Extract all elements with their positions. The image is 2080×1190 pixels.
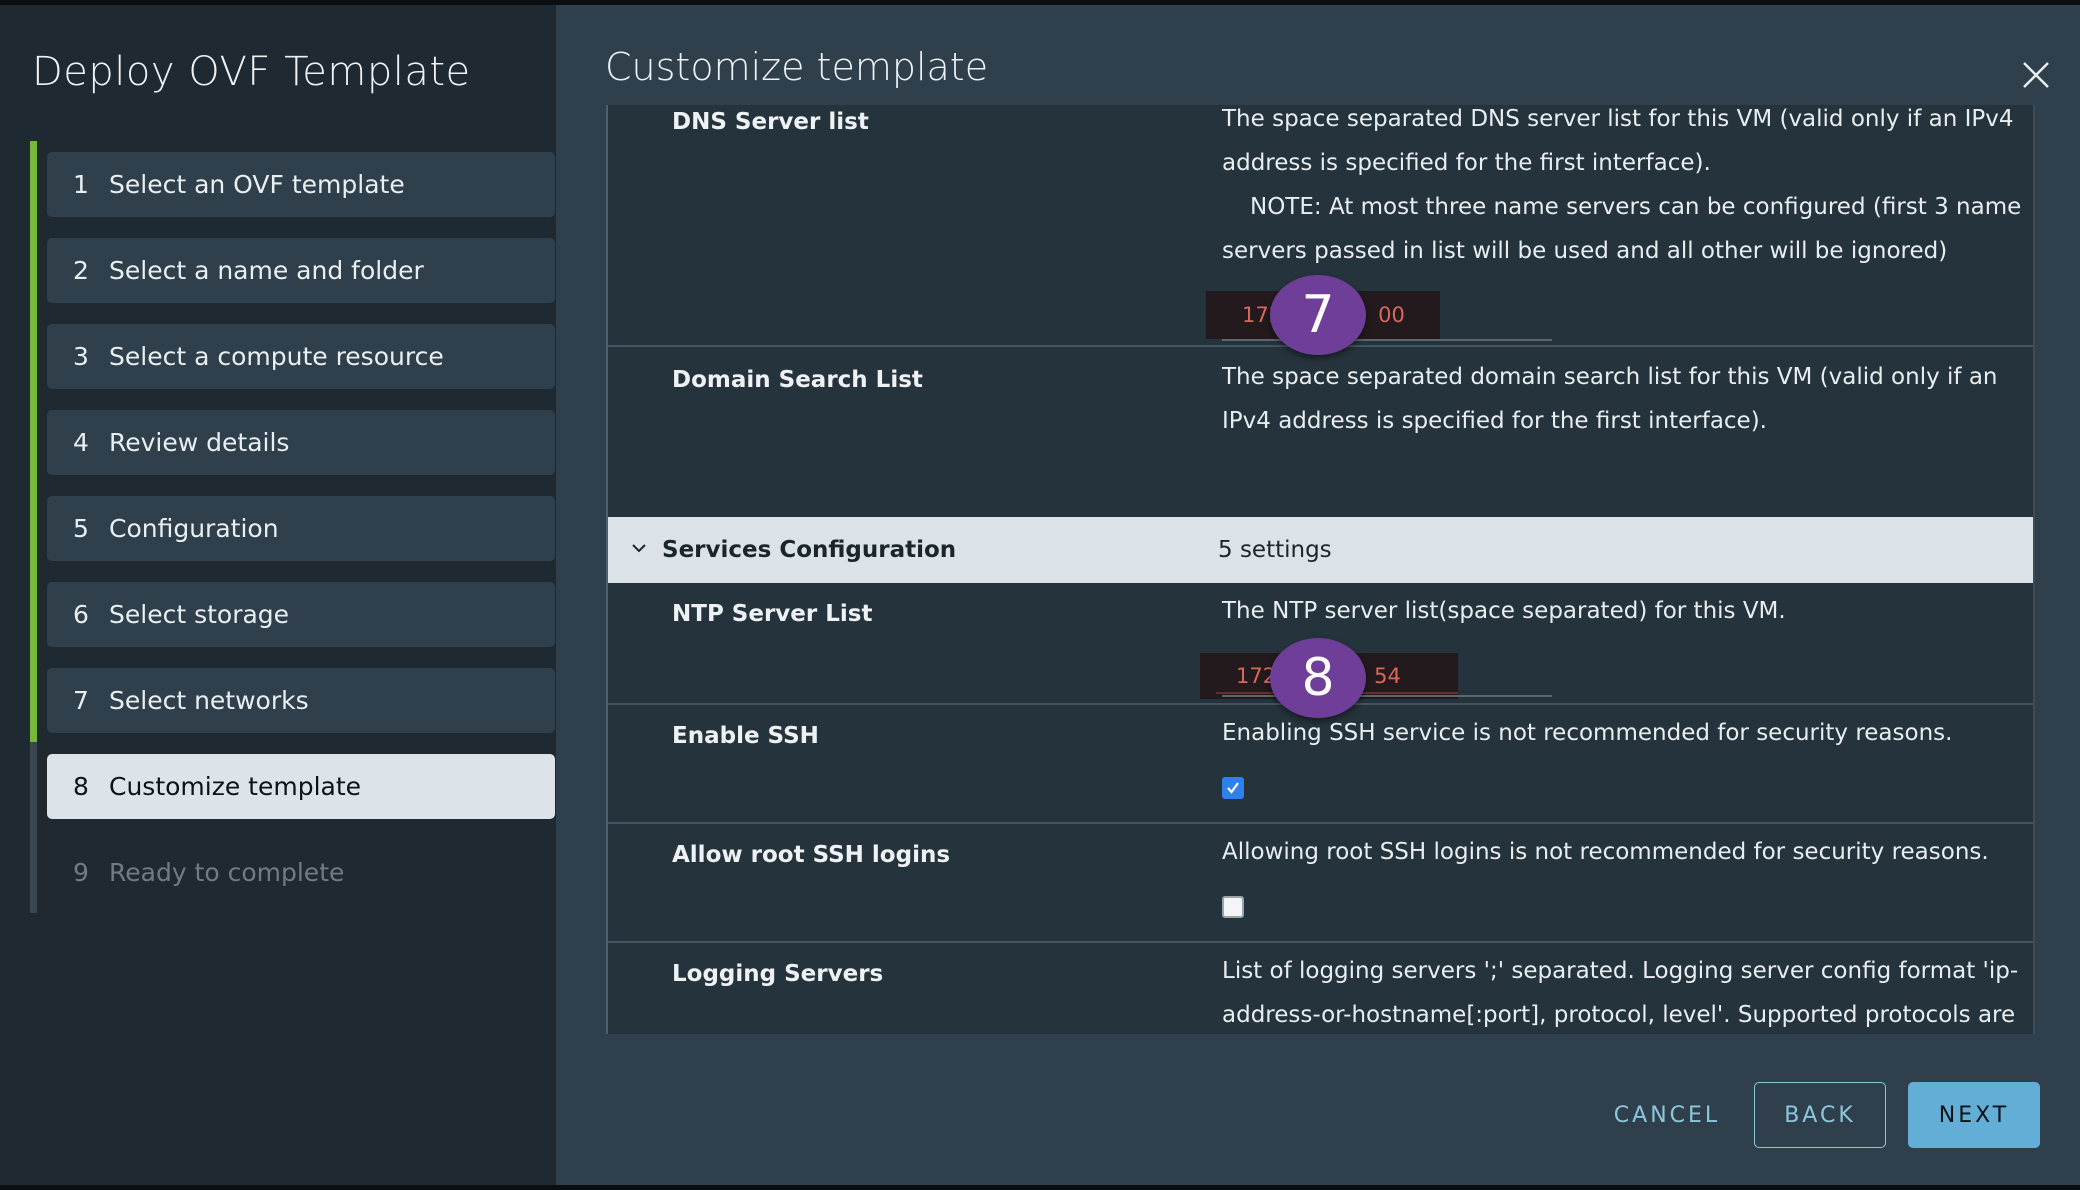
property-row-enable-ssh: Enable SSH Enabling SSH service is not r… bbox=[608, 705, 2033, 824]
ntp-description: The NTP server list(space separated) for… bbox=[1222, 598, 1786, 624]
ntp-value-suffix: 54 bbox=[1374, 664, 1401, 688]
logging-servers-description: List of logging servers ';' separated. L… bbox=[1222, 949, 2022, 1034]
wizard-step-5[interactable]: 5 Configuration bbox=[47, 496, 555, 561]
services-group-count: 5 settings bbox=[1218, 537, 1332, 563]
back-button[interactable]: BACK bbox=[1754, 1082, 1886, 1148]
property-row-root-ssh: Allow root SSH logins Allowing root SSH … bbox=[608, 824, 2033, 943]
step-number: 2 bbox=[73, 256, 89, 285]
wizard-step-9: 9 Ready to complete bbox=[47, 840, 555, 905]
enable-ssh-checkbox[interactable] bbox=[1222, 777, 1244, 799]
logging-desc-line: address-or-hostname[:port], protocol, le… bbox=[1222, 1002, 2016, 1028]
ntp-input-underline bbox=[1222, 695, 1552, 697]
dns-label: DNS Server list bbox=[672, 109, 869, 135]
step-label: Select networks bbox=[109, 686, 309, 715]
property-row-logging: Logging Servers List of logging servers … bbox=[608, 943, 2033, 1034]
wizard-progress-track bbox=[30, 141, 37, 913]
domain-search-description: The space separated domain search list f… bbox=[1222, 355, 2022, 443]
property-row-dns: DNS Server list The space separated DNS … bbox=[608, 105, 2033, 355]
dns-description: The space separated DNS server list for … bbox=[1222, 105, 2022, 273]
enable-ssh-label: Enable SSH bbox=[672, 723, 819, 749]
wizard-footer: CANCEL BACK NEXT bbox=[1602, 1082, 2040, 1148]
step-number: 9 bbox=[73, 858, 89, 887]
wizard-step-1[interactable]: 1 Select an OVF template bbox=[47, 152, 555, 217]
domain-desc-line: The space separated domain search list f… bbox=[1222, 364, 1998, 390]
wizard-step-3[interactable]: 3 Select a compute resource bbox=[47, 324, 555, 389]
close-icon bbox=[2023, 62, 2049, 88]
step-number: 5 bbox=[73, 514, 89, 543]
step-number: 4 bbox=[73, 428, 89, 457]
step-label: Select a compute resource bbox=[109, 342, 444, 371]
page-title: Customize template bbox=[605, 45, 989, 89]
step-number: 8 bbox=[73, 772, 89, 801]
wizard-title: Deploy OVF Template bbox=[32, 49, 471, 95]
services-group-label: Services Configuration bbox=[662, 537, 957, 563]
annotation-badge-7: 7 bbox=[1270, 275, 1366, 355]
step-label: Select storage bbox=[109, 600, 290, 629]
dns-value-suffix: 00 bbox=[1378, 303, 1405, 327]
wizard-step-8[interactable]: 8 Customize template bbox=[47, 754, 555, 819]
property-row-domain-search: Domain Search List The space separated d… bbox=[608, 347, 2033, 547]
step-label: Review details bbox=[109, 428, 290, 457]
dns-note-line: servers passed in list will be used and … bbox=[1222, 238, 1948, 264]
ntp-label: NTP Server List bbox=[672, 601, 873, 627]
logging-desc-line: List of logging servers ';' separated. L… bbox=[1222, 958, 2019, 984]
chevron-down-icon bbox=[632, 544, 646, 553]
services-configuration-group[interactable]: Services Configuration 5 settings bbox=[608, 517, 2033, 583]
step-label: Customize template bbox=[109, 772, 362, 801]
wizard-step-2[interactable]: 2 Select a name and folder bbox=[47, 238, 555, 303]
main-panel: Customize template DNS Server list The s… bbox=[556, 5, 2080, 1185]
step-number: 7 bbox=[73, 686, 89, 715]
dns-input-underline bbox=[1222, 339, 1552, 341]
root-ssh-label: Allow root SSH logins bbox=[672, 842, 951, 868]
cancel-button[interactable]: CANCEL bbox=[1602, 1082, 1732, 1148]
wizard-progress-fill bbox=[30, 141, 37, 742]
step-label: Configuration bbox=[109, 514, 279, 543]
wizard-step-7[interactable]: 7 Select networks bbox=[47, 668, 555, 733]
next-button[interactable]: NEXT bbox=[1908, 1082, 2040, 1148]
wizard-steps: 1 Select an OVF template 2 Select a name a… bbox=[47, 152, 555, 926]
dns-desc-line: address is specified for the first inter… bbox=[1222, 150, 1711, 176]
root-ssh-description: Allowing root SSH logins is not recommen… bbox=[1222, 839, 1989, 865]
step-label: Select an OVF template bbox=[109, 170, 405, 199]
wizard-sidebar: Deploy OVF Template 1 Select an OVF templ… bbox=[0, 5, 556, 1185]
logging-servers-label: Logging Servers bbox=[672, 961, 884, 987]
close-button[interactable] bbox=[2020, 59, 2052, 91]
domain-search-label: Domain Search List bbox=[672, 367, 923, 393]
enable-ssh-description: Enabling SSH service is not recommended … bbox=[1222, 720, 1953, 746]
step-label: Ready to complete bbox=[109, 858, 345, 887]
domain-desc-line: IPv4 address is specified for the first … bbox=[1222, 408, 1767, 434]
property-row-ntp: NTP Server List The NTP server list(spac… bbox=[608, 583, 2033, 718]
wizard-step-4[interactable]: 4 Review details bbox=[47, 410, 555, 475]
checkmark-icon bbox=[1227, 782, 1239, 794]
properties-scroll-area[interactable]: DNS Server list The space separated DNS … bbox=[606, 105, 2035, 1034]
dns-desc-line: The space separated DNS server list for … bbox=[1222, 106, 2014, 132]
step-number: 6 bbox=[73, 600, 89, 629]
step-label: Select a name and folder bbox=[109, 256, 424, 285]
root-ssh-checkbox[interactable] bbox=[1222, 896, 1244, 918]
dns-note-line: NOTE: At most three name servers can be … bbox=[1250, 194, 2022, 220]
step-number: 3 bbox=[73, 342, 89, 371]
deploy-ovf-dialog: Deploy OVF Template 1 Select an OVF templ… bbox=[0, 5, 2080, 1185]
wizard-step-6[interactable]: 6 Select storage bbox=[47, 582, 555, 647]
step-number: 1 bbox=[73, 170, 89, 199]
